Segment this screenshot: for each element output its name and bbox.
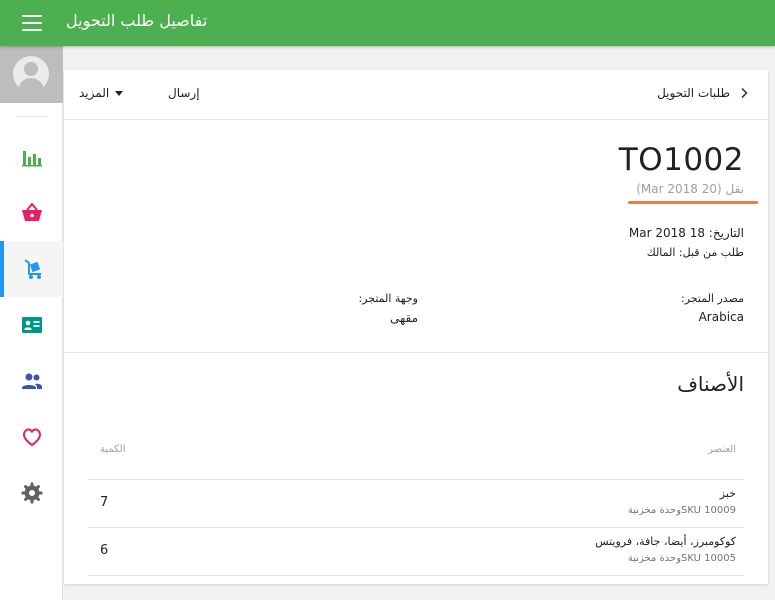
sidebar-item-employees[interactable] — [0, 297, 63, 353]
send-button[interactable]: إرسال — [168, 86, 200, 100]
transfer-order-card: طلبات التحويل إرسال المزيد TO1002 نقل (2… — [64, 70, 768, 584]
transfer-order-subtitle: نقل (20 Mar 2018) — [636, 182, 744, 196]
sidebar-item-reports[interactable] — [0, 129, 63, 185]
sidebar-divider — [16, 116, 47, 117]
table-bottom-border — [88, 575, 744, 576]
sidebar-item-sales[interactable] — [0, 185, 63, 241]
avatar-area[interactable] — [0, 46, 63, 103]
card-toolbar: طلبات التحويل إرسال المزيد — [64, 70, 768, 120]
sidebar — [0, 46, 63, 600]
item-name: خبز — [719, 487, 736, 500]
badge-icon — [21, 317, 42, 333]
items-section-title: الأصناف — [677, 372, 744, 396]
app-bar: تفاصيل طلب التحويل — [0, 0, 775, 46]
section-divider — [64, 352, 768, 353]
page-title: تفاصيل طلب التحويل — [66, 11, 208, 30]
sidebar-item-transfers[interactable] — [0, 241, 63, 297]
people-icon — [21, 373, 42, 389]
destination-store-label: وجهة المتجر: — [358, 292, 418, 305]
item-quantity: 7 — [100, 495, 109, 510]
cart-icon — [23, 259, 41, 279]
source-store-value: Arabica — [698, 310, 744, 324]
column-header-quantity: الكمية — [100, 444, 126, 455]
destination-store-value: مقهى — [389, 311, 418, 325]
item-sku: SKU 10005وحدة مخزنية — [627, 553, 736, 564]
menu-icon[interactable] — [22, 15, 42, 31]
bar-chart-icon — [21, 151, 42, 167]
transfer-order-number: TO1002 — [618, 142, 744, 178]
column-header-item: العنصر — [708, 444, 736, 455]
sidebar-item-settings[interactable] — [0, 465, 63, 521]
sidebar-item-loyalty[interactable] — [0, 409, 63, 465]
dropdown-arrow-icon — [115, 90, 124, 96]
source-store-label: مصدر المتجر: — [681, 292, 744, 305]
more-menu-button[interactable]: المزيد — [79, 86, 124, 100]
item-quantity: 6 — [100, 543, 109, 558]
sidebar-item-customers[interactable] — [0, 353, 63, 409]
requested-by: طلب من قبل: المالك — [646, 246, 744, 259]
item-sku: SKU 10009وحدة مخزنية — [627, 505, 736, 516]
heart-icon — [22, 428, 41, 447]
avatar[interactable] — [13, 56, 49, 92]
item-name: كوكومبرز، أيضا، جافة، فرويتس — [595, 535, 736, 548]
gear-icon — [21, 482, 42, 504]
back-to-transfer-orders-link[interactable]: طلبات التحويل — [657, 86, 750, 100]
basket-icon — [21, 202, 42, 221]
table-row[interactable]: كوكومبرز، أيضا، جافة، فرويتس SKU 10005وح… — [88, 527, 744, 575]
table-row[interactable]: خبز SKU 10009وحدة مخزنية 7 — [88, 479, 744, 527]
back-link-label: طلبات التحويل — [657, 86, 730, 100]
chevron-right-icon — [741, 87, 748, 99]
highlight-underline — [628, 201, 758, 204]
order-date: التاريخ: 18 Mar 2018 — [628, 226, 744, 240]
more-label: المزيد — [79, 86, 110, 100]
